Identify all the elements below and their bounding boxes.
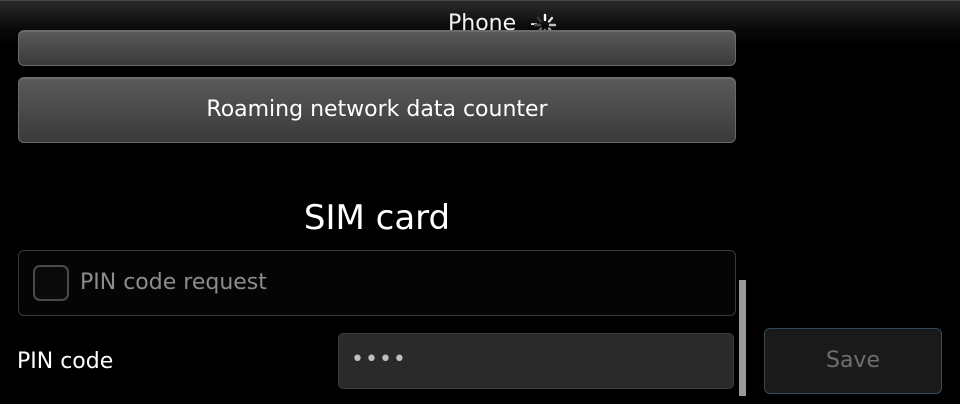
- pin-request-label: PIN code request: [80, 270, 267, 295]
- pin-code-label: PIN code: [17, 349, 114, 374]
- roaming-data-counter-button[interactable]: Roaming network data counter: [18, 77, 736, 143]
- scrollbar[interactable]: [739, 280, 746, 396]
- phone-settings-screen: Phone - Roaming network data counter SIM…: [0, 0, 960, 404]
- pin-code-request-toggle[interactable]: PIN code request: [18, 250, 736, 316]
- sim-card-section-title: SIM card: [303, 198, 451, 238]
- roaming-data-counter-label: Roaming network data counter: [206, 97, 548, 122]
- save-button[interactable]: Save: [764, 328, 942, 394]
- pin-code-input[interactable]: ••••: [338, 333, 734, 389]
- pin-request-checkbox[interactable]: [33, 265, 69, 301]
- previous-list-button[interactable]: [18, 30, 736, 66]
